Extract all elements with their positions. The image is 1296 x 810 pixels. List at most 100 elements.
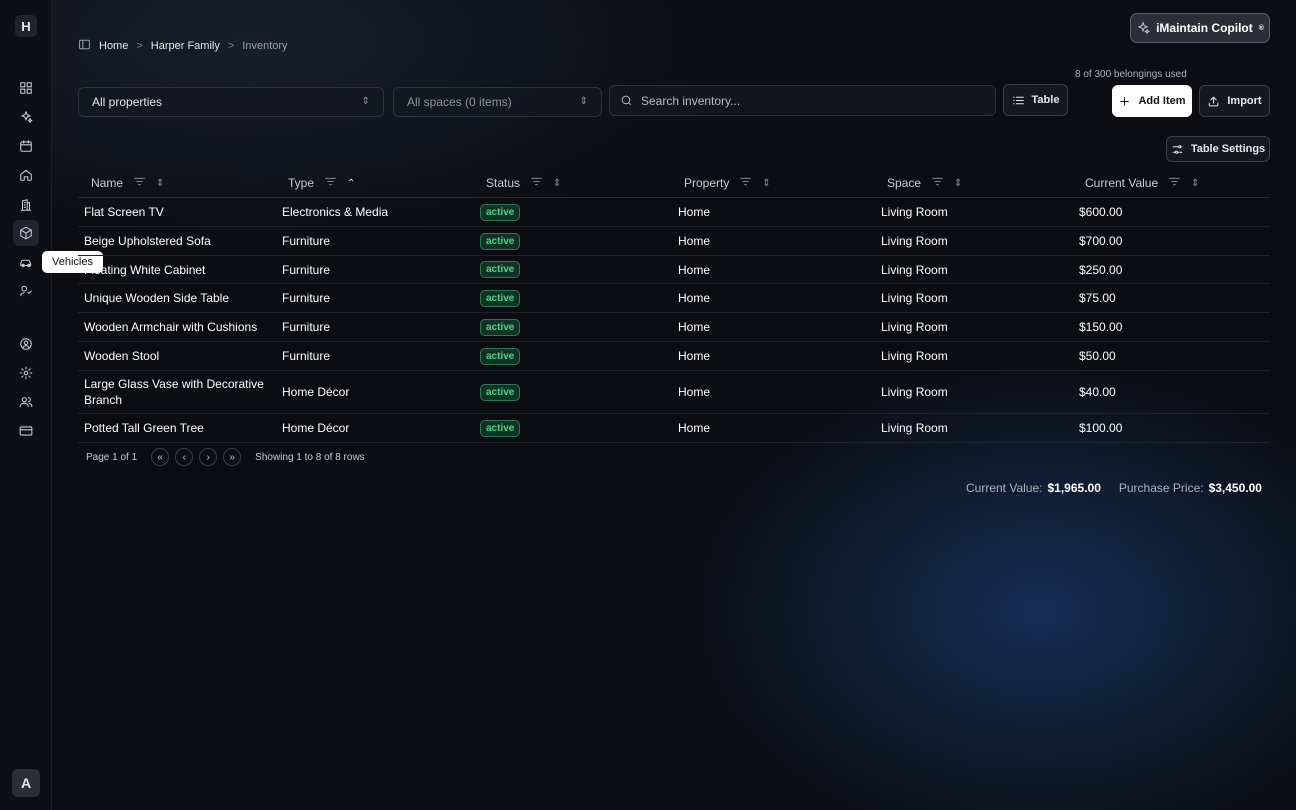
sort-icon[interactable]: ⇕	[762, 178, 770, 189]
breadcrumb-family[interactable]: Harper Family	[151, 40, 220, 52]
column-header-current-value[interactable]: Current Value ⇕	[1085, 168, 1200, 198]
column-header-property[interactable]: Property ⇕	[684, 168, 771, 198]
sidebar-item-vehicles[interactable]	[13, 249, 39, 275]
cell-property: Home	[678, 234, 711, 248]
table-row[interactable]: Floating White Cabinet Furniture active …	[78, 256, 1270, 284]
user-avatar[interactable]: A	[12, 769, 40, 797]
sidebar-item-services[interactable]	[13, 278, 39, 304]
copilot-button[interactable]: iMaintain Copilot ®	[1130, 13, 1270, 43]
sort-ascending-icon[interactable]: ⌃	[347, 178, 355, 189]
current-value-label: Current Value:	[966, 481, 1043, 495]
rows-summary: Showing 1 to 8 of 8 rows	[255, 451, 365, 463]
sidebar-item-calendar[interactable]	[13, 133, 39, 159]
sort-icon[interactable]: ⇕	[553, 178, 561, 189]
sliders-icon	[1172, 144, 1183, 154]
cell-status: active	[480, 227, 521, 255]
cell-status: active	[480, 256, 521, 283]
app-logo[interactable]: H	[15, 15, 37, 37]
next-page-button[interactable]: ›	[199, 448, 218, 466]
cell-space: Living Room	[881, 205, 948, 219]
upload-icon	[1209, 95, 1219, 106]
column-header-space[interactable]: Space ⇕	[887, 168, 962, 198]
purchase-price-label: Purchase Price:	[1118, 481, 1204, 495]
cell-property: Home	[678, 349, 711, 363]
filter-icon[interactable]	[133, 175, 146, 191]
sort-icon[interactable]: ⇕	[156, 178, 164, 189]
table-row[interactable]: Beige Upholstered Sofa Furniture active …	[78, 227, 1270, 256]
column-label: Space	[887, 176, 922, 190]
table-settings-button[interactable]: Table Settings	[1166, 136, 1270, 162]
column-label: Name	[91, 176, 124, 190]
view-table-button[interactable]: Table	[1003, 84, 1068, 116]
sidebar-item-account[interactable]	[13, 331, 39, 357]
cell-property: Home	[678, 320, 711, 334]
filter-icon[interactable]	[739, 175, 752, 191]
cell-type: Furniture	[282, 291, 331, 305]
cell-space: Living Room	[881, 262, 948, 277]
cell-current-value: $150.00	[1079, 320, 1123, 334]
column-label: Status	[486, 176, 521, 190]
sidebar-item-properties[interactable]	[13, 162, 39, 188]
breadcrumb-inventory: Inventory	[242, 40, 288, 52]
table-settings-label: Table Settings	[1190, 143, 1266, 155]
sort-icon[interactable]: ⇕	[954, 178, 962, 189]
previous-page-button[interactable]: ‹	[175, 448, 194, 466]
sidebar-item-billing[interactable]	[13, 418, 39, 444]
table-row[interactable]: Unique Wooden Side Table Furniture activ…	[78, 284, 1270, 313]
first-page-button[interactable]: «	[151, 448, 170, 466]
sidebar-item-settings[interactable]	[13, 360, 39, 386]
sidebar-item-members[interactable]	[13, 389, 39, 415]
plus-icon	[1120, 96, 1130, 106]
copilot-mark: ®	[1258, 24, 1264, 32]
cell-type: Furniture	[282, 320, 331, 334]
filter-icon[interactable]	[931, 175, 944, 191]
calendar-icon	[20, 140, 32, 152]
filter-icon[interactable]	[324, 175, 337, 191]
sidebar-item-maintenance[interactable]	[13, 104, 39, 130]
cell-current-value: $40.00	[1079, 385, 1116, 399]
sort-icon[interactable]: ⇕	[1191, 178, 1199, 189]
cell-name: Floating White Cabinet	[84, 262, 206, 277]
breadcrumb-home[interactable]: Home	[99, 40, 128, 52]
column-header-name[interactable]: Name ⇕	[91, 168, 164, 198]
usage-counter: 8 of 300 belongings used	[1075, 69, 1187, 80]
import-button[interactable]: Import	[1199, 85, 1270, 117]
import-label: Import	[1227, 95, 1262, 107]
table-row[interactable]: Large Glass Vase with Decorative Branch …	[78, 371, 1270, 414]
filter-icon[interactable]	[530, 175, 543, 191]
sidebar-toggle-button[interactable]	[78, 38, 91, 54]
space-select[interactable]: All spaces (0 items) ⇕	[393, 87, 602, 117]
table-row[interactable]: Wooden Armchair with Cushions Furniture …	[78, 313, 1270, 342]
cell-property: Home	[678, 421, 711, 435]
pagination: Page 1 of 1 « ‹ › » Showing 1 to 8 of 8 …	[86, 448, 365, 466]
search-box[interactable]	[609, 85, 996, 116]
cell-property: Home	[678, 262, 711, 277]
sidebar: H A	[0, 0, 52, 810]
sidebar-item-inventory[interactable]	[13, 220, 39, 246]
search-icon	[621, 95, 632, 106]
column-label: Property	[684, 176, 730, 190]
status-badge: active	[480, 289, 521, 307]
add-item-button[interactable]: Add Item	[1112, 85, 1192, 117]
breadcrumb: Home > Harper Family > Inventory	[78, 38, 288, 54]
cell-type: Home Décor	[282, 385, 350, 399]
last-page-button[interactable]: »	[223, 448, 242, 466]
cell-current-value: $700.00	[1079, 234, 1123, 248]
column-header-status[interactable]: Status ⇕	[486, 168, 561, 198]
cell-name: Wooden Armchair with Cushions	[84, 320, 258, 334]
table-row[interactable]: Potted Tall Green Tree Home Décor active…	[78, 414, 1270, 443]
sidebar-item-dashboard[interactable]	[13, 75, 39, 101]
property-select[interactable]: All properties ⇕	[78, 87, 384, 117]
status-badge: active	[480, 203, 521, 221]
cell-status: active	[480, 342, 521, 370]
current-value-total: Current Value: $1,965.00	[966, 481, 1101, 495]
chevron-up-down-icon: ⇕	[361, 96, 370, 107]
table-row[interactable]: Wooden Stool Furniture active Home Livin…	[78, 342, 1270, 371]
sidebar-item-spaces[interactable]	[13, 192, 39, 218]
column-header-type[interactable]: Type ⌃	[288, 168, 355, 198]
filter-icon[interactable]	[1168, 175, 1181, 191]
avatar-letter: A	[20, 775, 32, 791]
search-input[interactable]	[641, 93, 961, 108]
table-row[interactable]: Flat Screen TV Electronics & Media activ…	[78, 198, 1270, 227]
breadcrumb-separator: >	[136, 40, 143, 52]
